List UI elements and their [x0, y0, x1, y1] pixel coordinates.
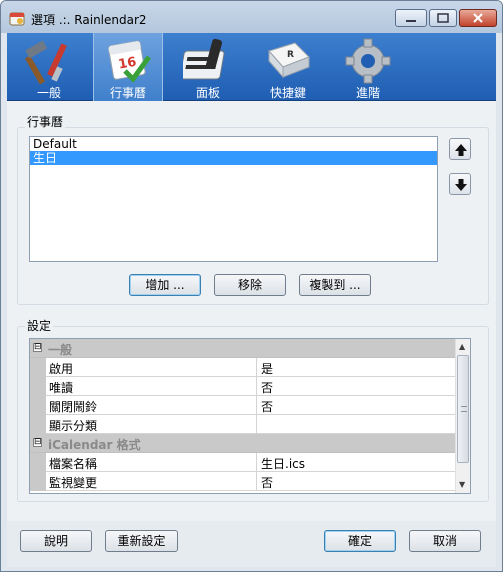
maximize-icon: [437, 13, 449, 23]
table-row[interactable]: 顯示分類: [30, 415, 455, 434]
category-row-icalendar[interactable]: ⊟ iCalendar 格式: [30, 434, 455, 453]
property-value[interactable]: 否: [256, 472, 455, 491]
tab-advanced[interactable]: 進階: [333, 33, 403, 101]
calendar-list[interactable]: Default 生日: [29, 136, 438, 262]
list-item[interactable]: 生日: [30, 151, 437, 165]
property-value[interactable]: [256, 415, 455, 434]
row-gutter: [30, 472, 46, 491]
category-toolbar: 一般 16 行事曆 面板 R 快捷鍵 進階: [7, 33, 496, 101]
minimize-icon: [406, 20, 416, 22]
row-gutter: [30, 453, 46, 472]
scrollbar-thumb[interactable]: [457, 355, 469, 463]
tab-calendars-label: 行事曆: [109, 86, 146, 100]
options-window: 選項 .:. Rainlendar2 一般 16 行事曆 面板 R 快捷鍵 進階…: [0, 0, 503, 572]
close-icon: [473, 13, 483, 23]
cancel-button[interactable]: 取消: [409, 530, 481, 552]
settings-property-grid[interactable]: ⊟ 一般 啟用 是 唯讀 否 關閉鬧鈴 否 顯示分類 ⊟ iCalendar 格…: [29, 338, 471, 494]
collapse-toggle-icon[interactable]: ⊟: [33, 343, 42, 352]
settings-scrollbar[interactable]: ▲ ▼: [455, 339, 470, 493]
property-name: 監視變更: [49, 476, 98, 490]
arrow-down-icon: [455, 179, 467, 191]
ok-button[interactable]: 確定: [324, 530, 396, 552]
tab-hotkeys-label: 快捷鍵: [269, 86, 306, 100]
tab-general[interactable]: 一般: [14, 33, 84, 101]
category-row-general[interactable]: ⊟ 一般: [30, 339, 455, 358]
help-button[interactable]: 說明: [20, 530, 92, 552]
table-row[interactable]: 啟用 是: [30, 358, 455, 377]
arrow-up-icon: [455, 144, 467, 156]
settings-group-label: 設定: [25, 317, 54, 334]
property-value[interactable]: 否: [256, 377, 455, 396]
tab-panels[interactable]: 面板: [173, 33, 243, 101]
list-item[interactable]: Default: [30, 137, 437, 151]
gear-icon: [345, 38, 391, 84]
close-button[interactable]: [459, 9, 497, 27]
category-label: 一般: [48, 343, 73, 357]
tab-advanced-label: 進階: [355, 86, 380, 100]
row-gutter: [30, 358, 46, 377]
tab-panels-label: 面板: [195, 86, 220, 100]
scroll-up-icon[interactable]: ▲: [459, 342, 465, 351]
property-name: 檔案名稱: [49, 457, 98, 471]
tab-hotkeys[interactable]: R 快捷鍵: [253, 33, 323, 101]
row-gutter: [30, 377, 46, 396]
add-calendar-button[interactable]: 增加 ...: [129, 274, 201, 296]
window-title: 選項 .:. Rainlendar2: [31, 13, 147, 27]
category-label: iCalendar 格式: [48, 438, 141, 452]
calendar-icon: 16: [108, 40, 152, 83]
move-up-button[interactable]: [449, 138, 471, 160]
property-value[interactable]: 是: [256, 358, 455, 377]
scroll-down-icon[interactable]: ▼: [459, 480, 465, 489]
maximize-button[interactable]: [429, 9, 457, 27]
property-value[interactable]: 生日.ics: [256, 453, 455, 472]
table-row[interactable]: 監視變更 否: [30, 472, 455, 491]
move-down-button[interactable]: [449, 173, 471, 195]
key-icon: R: [268, 42, 310, 79]
copy-calendar-button[interactable]: 複製到 ...: [299, 274, 371, 296]
table-row[interactable]: 檔案名稱 生日.ics: [30, 453, 455, 472]
calendar-day-text: 16: [117, 55, 137, 73]
remove-calendar-button[interactable]: 移除: [214, 274, 286, 296]
panel-icon: [183, 38, 225, 80]
property-name: 唯讀: [49, 381, 74, 395]
property-name: 關閉鬧鈴: [49, 400, 98, 414]
dialog-footer: 說明 重新設定 確定 取消: [7, 521, 496, 567]
tools-icon: [24, 40, 67, 85]
main-panel: 行事曆 Default 生日 增加 ... 移除 複製到 ... 設定 ⊟ 一般…: [7, 101, 496, 521]
app-icon: [9, 12, 25, 26]
grip-icon: [461, 406, 467, 412]
tab-calendars[interactable]: 16 行事曆: [93, 33, 163, 101]
minimize-button[interactable]: [395, 9, 427, 27]
reset-button[interactable]: 重新設定: [105, 530, 178, 552]
calendars-group-label: 行事曆: [25, 113, 66, 130]
tab-general-label: 一般: [36, 86, 61, 100]
property-value[interactable]: 否: [256, 396, 455, 415]
property-name: 顯示分類: [49, 419, 98, 433]
collapse-toggle-icon[interactable]: ⊟: [33, 438, 42, 447]
table-row[interactable]: 關閉鬧鈴 否: [30, 396, 455, 415]
row-gutter: [30, 396, 46, 415]
key-letter-text: R: [287, 50, 294, 60]
title-bar[interactable]: 選項 .:. Rainlendar2: [1, 1, 502, 33]
table-row[interactable]: 唯讀 否: [30, 377, 455, 396]
property-name: 啟用: [49, 362, 74, 376]
row-gutter: [30, 415, 46, 434]
